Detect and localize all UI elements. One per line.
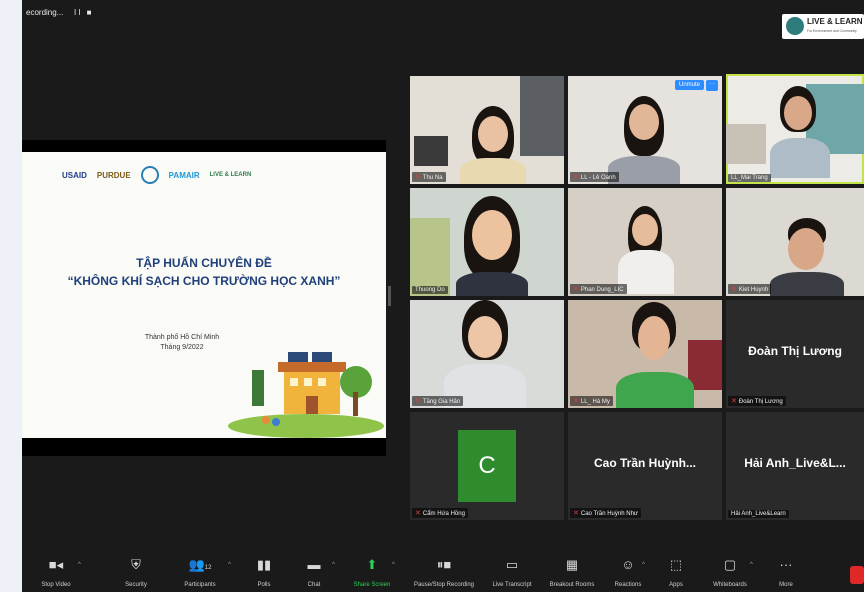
participant-display-name: Cao Trần Huỳnh... (593, 456, 696, 470)
participant-name: ✕ LL_ Hà My (570, 396, 613, 406)
split-resize-handle[interactable] (388, 286, 391, 306)
participant-name: Thuong Do (412, 286, 448, 294)
pamair-logo: PAMAIR (168, 170, 200, 180)
recording-indicator: ecording... (26, 8, 64, 17)
participant-name: LL_Mai Trang (728, 174, 771, 182)
video-tile-active-speaker[interactable]: LL_Mai Trang (726, 74, 864, 184)
unmute-button[interactable]: Unmute (674, 80, 704, 90)
reactions-options-caret-icon[interactable]: ^ (642, 562, 645, 568)
video-tile[interactable]: ✕ Thu Na (410, 76, 564, 184)
video-tile[interactable]: ✕ LL_ Hà My (568, 300, 722, 408)
recording-controls[interactable]: II ■ (74, 8, 94, 17)
breakout-rooms-button[interactable]: ▦ Breakout Rooms (542, 556, 602, 588)
avatar: C (458, 430, 516, 502)
live-learn-small-logo: LIVE & LEARN (209, 172, 252, 178)
pause-recording-button[interactable]: ⏸■ Pause/Stop Recording (408, 556, 480, 588)
shared-screen: USAID PURDUE PAMAIR LIVE & LEARN TẬP HUẤ… (22, 140, 386, 456)
live-transcript-button[interactable]: ▭ Live Transcript (482, 556, 542, 588)
slide-city: Thành phố Hồ Chí Minh (144, 334, 220, 341)
participant-display-name: Hải Anh_Live&L... (744, 456, 846, 470)
participant-name: ✕ Cao Trần Huỳnh Như (570, 508, 641, 518)
purdue-logo: PURDUE (96, 170, 131, 180)
more-options-button[interactable]: ··· (706, 80, 718, 91)
security-button[interactable]: ⛨ Security (106, 556, 166, 588)
presentation-slide: USAID PURDUE PAMAIR LIVE & LEARN TẬP HUẤ… (22, 152, 386, 438)
chat-options-caret-icon[interactable]: ^ (332, 562, 335, 568)
muted-mic-icon: ✕ (415, 398, 421, 405)
video-tile[interactable]: ✕ Phan Dung_LIC (568, 188, 722, 296)
participants-options-caret-icon[interactable]: ^ (228, 562, 231, 568)
meeting-window: ecording... II ■ LIVE & LEARN For Enviro… (22, 0, 864, 592)
ellipsis-icon: ··· (779, 557, 793, 572)
muted-mic-icon: ✕ (573, 398, 579, 405)
participant-name: ✕ LL - Lê Oanh (570, 172, 619, 182)
chat-bubble-icon: ▬ (307, 557, 321, 572)
chat-button[interactable]: ▬ Chat (284, 556, 344, 588)
partner-circle-icon (140, 166, 159, 184)
shield-icon: ⛨ (131, 557, 141, 572)
partner-logos: USAID PURDUE PAMAIR LIVE & LEARN (62, 166, 312, 184)
stop-video-button[interactable]: ■◂ Stop Video (26, 556, 86, 588)
share-options-caret-icon[interactable]: ^ (392, 562, 395, 568)
whiteboards-button[interactable]: ▢ Whiteboards (700, 556, 760, 588)
slide-title-line1: TẬP HUẤN CHUYÊN ĐỀ (136, 256, 272, 270)
apps-button[interactable]: ⬚ Apps (646, 556, 706, 588)
cc-icon: ▭ (505, 557, 519, 572)
slide-month: Tháng 9/2022 (160, 344, 204, 351)
muted-mic-icon: ✕ (731, 398, 737, 405)
apps-icon: ⬚ (669, 557, 683, 572)
muted-mic-icon: ✕ (573, 174, 579, 181)
desktop-margin (0, 0, 22, 592)
logo-title: LIVE & LEARN (807, 17, 863, 26)
green-school-illustration (228, 352, 384, 438)
video-tile[interactable]: ✕ Tăng Gia Hân (410, 300, 564, 408)
participants-count: 12 (204, 565, 212, 571)
name-only-tile[interactable]: Hải Anh_Live&L... Hải Anh_Live&Learn (726, 412, 864, 520)
name-only-tile[interactable]: Cao Trần Huỳnh... ✕ Cao Trần Huỳnh Như (568, 412, 722, 520)
participant-display-name: Đoàn Thị Lương (748, 344, 842, 358)
video-camera-icon: ■◂ (48, 557, 64, 572)
participants-icon: 👥 (188, 557, 205, 572)
participant-name: ✕ Cẩm Hứa Hồng (412, 508, 468, 518)
more-button[interactable]: ··· More (756, 556, 816, 588)
participant-name: ✕ Phan Dung_LIC (570, 284, 627, 294)
top-bar: ecording... II ■ LIVE & LEARN For Enviro… (22, 0, 864, 39)
live-learn-logo: LIVE & LEARN For Environment and Communi… (782, 14, 864, 39)
video-tile[interactable]: ✕ Kiet Huynh (726, 188, 864, 296)
muted-mic-icon: ✕ (731, 286, 737, 293)
participant-name: ✕ Đoàn Thị Lương (728, 396, 786, 406)
participant-name: Hải Anh_Live&Learn (728, 510, 789, 518)
grid-icon: ▦ (565, 557, 579, 572)
video-options-caret-icon[interactable]: ^ (78, 562, 81, 568)
participant-name: ✕ Thu Na (412, 172, 446, 182)
video-tile[interactable]: Thuong Do (410, 188, 564, 296)
participants-button[interactable]: 👥12 Participants (170, 556, 230, 588)
logo-subtitle: For Environment and Community (807, 29, 857, 33)
avatar-tile[interactable]: C ✕ Cẩm Hứa Hồng (410, 412, 564, 520)
muted-mic-icon: ✕ (573, 286, 579, 293)
participant-name: ✕ Kiet Huynh (728, 284, 772, 294)
muted-mic-icon: ✕ (415, 174, 421, 181)
participant-name: ✕ Tăng Gia Hân (412, 396, 464, 406)
muted-mic-icon: ✕ (573, 510, 579, 517)
slide-title-line2: “KHÔNG KHÍ SẠCH CHO TRƯỜNG HỌC XANH” (67, 274, 341, 288)
muted-mic-icon: ✕ (415, 510, 421, 517)
end-meeting-button[interactable] (850, 566, 864, 584)
name-only-tile[interactable]: Đoàn Thị Lương ✕ Đoàn Thị Lương (726, 300, 864, 408)
logo-globe-icon (786, 17, 804, 35)
video-tile[interactable]: Unmute ··· ✕ LL - Lê Oanh (568, 76, 722, 184)
whiteboard-options-caret-icon[interactable]: ^ (750, 562, 753, 568)
pause-stop-icon: ⏸■ (436, 557, 452, 572)
share-screen-button[interactable]: ⬆ Share Screen (342, 556, 402, 588)
meeting-toolbar: ■◂ Stop Video ^ ⛨ Security 👥12 Participa… (22, 552, 864, 592)
usaid-logo: USAID (62, 170, 87, 180)
